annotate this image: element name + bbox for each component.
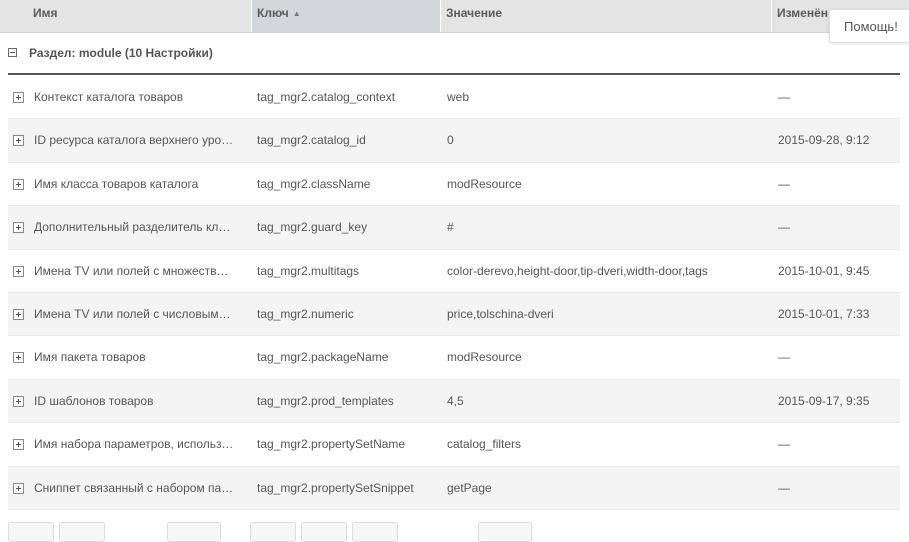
setting-edited: 2015-09-17, 9:35: [778, 393, 870, 408]
table-row[interactable]: Имена TV или полей с числовыми значениям…: [8, 292, 900, 337]
setting-value[interactable]: 4,5: [447, 380, 767, 423]
expand-icon[interactable]: [13, 178, 24, 190]
table-row[interactable]: ID шаблонов товаров tag_mgr2.prod_templa…: [8, 379, 900, 424]
last-page-button[interactable]: [301, 522, 347, 542]
setting-value[interactable]: getPage: [447, 467, 767, 510]
page-size-input[interactable]: [478, 522, 532, 542]
table-row[interactable]: Имя пакета товаров tag_mgr2.packageName …: [8, 336, 900, 380]
table-row[interactable]: Контекст каталога товаров tag_mgr2.catal…: [8, 76, 900, 120]
setting-key: tag_mgr2.guard_key: [257, 220, 368, 235]
setting-value[interactable]: color-derevo,height-door,tip-dveri,width…: [447, 250, 767, 293]
setting-edited: —: [778, 220, 790, 235]
table-row[interactable]: Имя класса товаров каталога tag_mgr2.cla…: [8, 163, 900, 207]
setting-key: tag_mgr2.numeric: [257, 306, 354, 321]
setting-key: tag_mgr2.prod_templates: [257, 393, 394, 408]
setting-name: Дополнительный разделитель ключей: [34, 220, 234, 235]
setting-edited: 2015-10-01, 9:45: [778, 263, 870, 278]
expand-icon[interactable]: [13, 135, 24, 147]
table-row[interactable]: Дополнительный разделитель ключей tag_mg…: [8, 206, 900, 250]
setting-edited: —: [778, 176, 790, 191]
column-header-name-label: Имя: [33, 6, 58, 20]
group-header[interactable]: Раздел: module (10 Настройки): [8, 33, 900, 75]
setting-key: tag_mgr2.packageName: [257, 350, 389, 365]
setting-edited: —: [778, 480, 790, 495]
setting-value[interactable]: #: [447, 206, 767, 249]
setting-name: Сниппет связанный с набором параметров: [34, 480, 234, 495]
expand-icon[interactable]: [13, 352, 24, 364]
setting-name: ID шаблонов товаров: [34, 393, 154, 408]
setting-edited: 2015-10-01, 7:33: [778, 306, 870, 321]
setting-edited: —: [778, 90, 790, 104]
expand-icon[interactable]: [13, 439, 24, 451]
setting-key: tag_mgr2.catalog_context: [257, 90, 396, 104]
grid-header: Имя Ключ ▲ Значение Изменён: [0, 0, 909, 33]
column-header-value[interactable]: Значение: [441, 0, 772, 32]
expand-icon[interactable]: [13, 308, 24, 320]
setting-edited: —: [778, 437, 790, 452]
setting-key: tag_mgr2.catalog_id: [257, 133, 366, 148]
setting-edited: 2015-09-28, 9:12: [778, 133, 870, 148]
table-row[interactable]: ID ресурса каталога верхнего уровня tag_…: [8, 119, 900, 163]
expand-icon[interactable]: [13, 92, 24, 103]
setting-name: ID ресурса каталога верхнего уровня: [34, 133, 234, 148]
setting-edited: —: [778, 350, 790, 365]
setting-name: Имя класса товаров каталога: [34, 176, 199, 191]
setting-value[interactable]: price,tolschina-dveri: [447, 293, 767, 336]
expand-icon[interactable]: [13, 395, 24, 407]
expand-icon[interactable]: [13, 482, 24, 494]
next-page-button[interactable]: [250, 522, 296, 542]
expand-icon[interactable]: [13, 222, 24, 234]
first-page-button[interactable]: [8, 522, 54, 542]
column-header-value-label: Значение: [446, 6, 503, 20]
sort-asc-icon: ▲: [292, 9, 301, 18]
setting-value[interactable]: 0: [447, 119, 767, 162]
setting-key: tag_mgr2.propertySetName: [257, 437, 406, 452]
pagination-toolbar: [0, 522, 909, 542]
setting-value[interactable]: catalog_filters: [447, 423, 767, 466]
column-header-key[interactable]: Ключ ▲: [252, 0, 441, 32]
setting-key: tag_mgr2.multitags: [257, 263, 360, 278]
setting-value[interactable]: modResource: [447, 163, 767, 206]
setting-value[interactable]: modResource: [447, 336, 767, 379]
column-header-key-label: Ключ: [257, 6, 289, 20]
setting-name: Контекст каталога товаров: [34, 90, 184, 104]
column-header-edited-label: Изменён: [777, 6, 829, 20]
table-row[interactable]: Имя набора параметров, используемого tag…: [8, 423, 900, 467]
group-title: Раздел: module (10 Настройки): [29, 46, 213, 60]
setting-key: tag_mgr2.className: [257, 176, 371, 191]
expand-icon[interactable]: [13, 265, 24, 277]
collapse-icon[interactable]: [8, 48, 17, 57]
refresh-button[interactable]: [352, 522, 398, 542]
setting-key: tag_mgr2.propertySetSnippet: [257, 480, 414, 495]
prev-page-button[interactable]: [59, 522, 105, 542]
column-header-name[interactable]: Имя: [0, 0, 252, 32]
setting-value[interactable]: web: [447, 76, 767, 119]
setting-name: Имена TV или полей с числовыми значениям…: [34, 306, 234, 321]
page-number-input[interactable]: [167, 522, 221, 542]
setting-name: Имя набора параметров, используемого: [34, 437, 234, 452]
setting-name: Имя пакета товаров: [34, 350, 146, 365]
settings-rows: Контекст каталога товаров tag_mgr2.catal…: [8, 76, 900, 510]
setting-name: Имена TV или полей с множественными знач…: [34, 263, 234, 278]
table-row[interactable]: Сниппет связанный с набором параметров t…: [8, 466, 900, 510]
table-row[interactable]: Имена TV или полей с множественными знач…: [8, 250, 900, 293]
